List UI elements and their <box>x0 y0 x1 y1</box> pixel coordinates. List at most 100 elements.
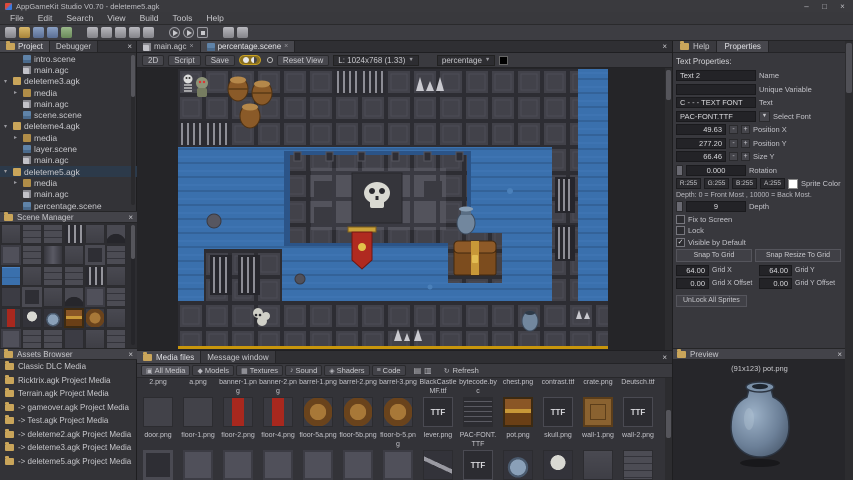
scrollbar-thumb[interactable] <box>666 70 671 100</box>
rotation-slider[interactable] <box>676 165 683 176</box>
media-item[interactable]: pot.png <box>498 431 538 480</box>
close-panel-icon[interactable]: × <box>657 351 672 363</box>
media-item[interactable]: floor-1.png <box>178 431 218 480</box>
menu-item[interactable]: Help <box>199 13 230 23</box>
palette-tile[interactable] <box>85 287 105 307</box>
grid-y-field[interactable] <box>759 265 792 276</box>
maximize-button[interactable]: □ <box>819 2 830 11</box>
tree-item[interactable]: ▾ deleteme5.agk <box>0 166 137 177</box>
grid-x-field[interactable] <box>676 265 709 276</box>
list-view-icon[interactable]: ▥ <box>424 366 432 375</box>
menu-item[interactable]: Search <box>59 13 100 23</box>
paste-icon[interactable] <box>115 27 126 38</box>
minimize-button[interactable]: – <box>801 2 812 11</box>
palette-tile[interactable] <box>106 245 126 265</box>
media-item[interactable]: bytecode.byc <box>458 378 498 431</box>
media-item[interactable]: door.png <box>138 431 178 480</box>
media-item[interactable]: skull.png <box>538 431 578 480</box>
font-field[interactable] <box>676 111 756 122</box>
toggle-off-icon[interactable] <box>267 57 273 63</box>
window-scrollbar[interactable] <box>845 41 853 480</box>
tree-item[interactable]: scene.scene <box>0 109 137 120</box>
close-panel-icon[interactable]: × <box>128 350 133 359</box>
palette-tile[interactable] <box>1 266 21 286</box>
palette-tile[interactable] <box>22 266 42 286</box>
palette-tile[interactable] <box>22 308 42 328</box>
palette-tile[interactable] <box>106 266 126 286</box>
depth-field[interactable] <box>686 201 746 212</box>
assets-list-item[interactable]: -> gameover.agk Project Media <box>0 401 137 415</box>
palette-tile[interactable] <box>43 245 63 265</box>
media-item[interactable]: BlackCastleMF.ttf TTF <box>418 378 458 431</box>
tab-main-agc[interactable]: main.agc × <box>137 41 201 52</box>
tab-percentage-scene[interactable]: percentage.scene × <box>201 41 296 52</box>
tree-item[interactable]: main.agc <box>0 64 137 75</box>
save-icon[interactable] <box>33 27 44 38</box>
palette-tile[interactable] <box>64 308 84 328</box>
expand-arrow-icon[interactable]: ▸ <box>14 179 20 186</box>
position-y-field[interactable] <box>676 138 726 149</box>
close-button[interactable]: × <box>837 2 848 11</box>
media-item[interactable]: contrast.ttf TTF <box>538 378 578 431</box>
grid-x-offset-field[interactable] <box>676 278 709 289</box>
palette-tile[interactable] <box>22 329 42 348</box>
tree-scrollbar[interactable] <box>131 55 135 205</box>
palette-tile[interactable] <box>43 329 63 348</box>
media-filter-button[interactable]: ◈ Shaders <box>324 365 369 376</box>
mode-2d-button[interactable]: 2D <box>142 55 164 66</box>
media-scrollbar[interactable] <box>665 378 672 480</box>
assets-list-item[interactable]: -> deleteme5.agk Project Media <box>0 455 137 469</box>
media-item[interactable]: barrel-1.png <box>298 378 338 431</box>
assets-list-item[interactable]: Classic DLC Media <box>0 360 137 374</box>
layer-dropdown[interactable]: percentage ▼ <box>437 55 495 66</box>
palette-tile[interactable] <box>43 224 63 244</box>
open-folder-icon[interactable] <box>19 27 30 38</box>
palette-tile[interactable] <box>43 266 63 286</box>
palette-tile[interactable] <box>64 329 84 348</box>
increment-button[interactable]: + <box>741 125 750 134</box>
font-dropdown-button[interactable]: ▼ <box>759 111 770 122</box>
position-x-field[interactable] <box>676 124 726 135</box>
toggle-half-icon[interactable] <box>251 57 257 63</box>
media-item[interactable]: crate.png <box>578 378 618 431</box>
tab-help[interactable]: Help <box>673 41 717 52</box>
reset-view-button[interactable]: Reset View <box>277 55 329 66</box>
debug-run-icon[interactable] <box>183 27 194 38</box>
palette-tile[interactable] <box>43 308 63 328</box>
palette-tile[interactable] <box>85 224 105 244</box>
media-filter-button[interactable]: ▣ All Media <box>141 365 190 376</box>
run-icon[interactable] <box>169 27 180 38</box>
assets-list-item[interactable]: -> Test.agk Project Media <box>0 414 137 428</box>
palette-tile[interactable] <box>85 329 105 348</box>
palette-tile[interactable] <box>22 287 42 307</box>
media-filter-button[interactable]: ◆ Models <box>192 365 234 376</box>
expand-arrow-icon[interactable]: ▸ <box>14 89 20 96</box>
menu-item[interactable]: Tools <box>165 13 199 23</box>
tree-item[interactable]: ▸ media <box>0 87 137 98</box>
palette-tile[interactable] <box>106 308 126 328</box>
media-item[interactable]: chest.png <box>498 378 538 431</box>
expand-arrow-icon[interactable]: ▸ <box>14 134 20 141</box>
export-icon[interactable] <box>61 27 72 38</box>
assets-list-item[interactable]: Ricktrix.agk Project Media <box>0 374 137 388</box>
media-filter-button[interactable]: ♪ Sound <box>285 365 322 376</box>
background-color-swatch[interactable] <box>499 56 508 65</box>
redo-icon[interactable] <box>143 27 154 38</box>
palette-tile[interactable] <box>106 287 126 307</box>
expand-arrow-icon[interactable]: ▾ <box>4 78 10 85</box>
close-panel-icon[interactable]: × <box>657 41 672 52</box>
tree-item[interactable]: percentage.scene <box>0 200 137 211</box>
copy-icon[interactable] <box>101 27 112 38</box>
palette-tile[interactable] <box>22 245 42 265</box>
palette-tile[interactable] <box>64 287 84 307</box>
palette-scrollbar[interactable] <box>131 225 135 345</box>
media-item[interactable]: wall-2.png <box>618 431 658 480</box>
tab-properties[interactable]: Properties <box>717 41 768 52</box>
palette-tile[interactable] <box>85 308 105 328</box>
tree-item[interactable]: main.agc <box>0 98 137 109</box>
assets-list-item[interactable]: -> deleteme2.agk Project Media <box>0 428 137 442</box>
media-item[interactable]: wall-1.png <box>578 431 618 480</box>
scene-viewport[interactable] <box>178 69 608 349</box>
scene-canvas[interactable] <box>137 68 672 350</box>
palette-tile[interactable] <box>106 224 126 244</box>
